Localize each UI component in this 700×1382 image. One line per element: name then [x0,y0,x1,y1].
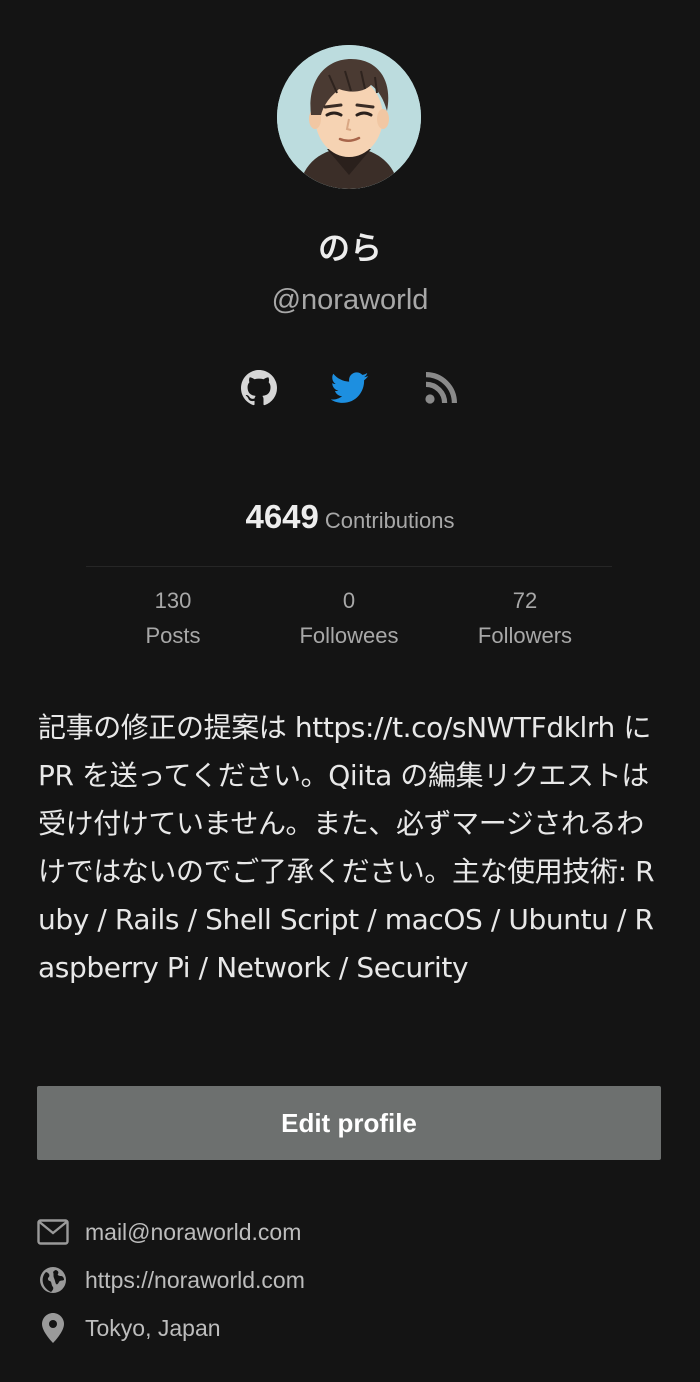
mail-icon [37,1216,69,1248]
stat-followers-value: 72 [512,588,538,613]
location-text: Tokyo, Japan [85,1314,221,1341]
stat-followees-label: Followees [299,623,399,648]
username: @noraworld [271,284,429,316]
stat-posts[interactable]: 130 Posts [85,586,261,651]
contributions-label: Contributions [324,508,455,533]
website-row: https://noraworld.com [37,1262,305,1298]
social-links [0,366,700,410]
stat-posts-label: Posts [145,623,201,648]
email-row: mail@noraworld.com [37,1214,301,1250]
stats-divider [86,566,612,567]
edit-profile-button[interactable]: Edit profile [37,1086,661,1160]
profile-page: のら @noraworld 4649 Contributions 130 Pos… [0,0,700,1382]
contributions: 4649 Contributions [0,498,700,536]
stat-followers-label: Followers [477,623,573,648]
github-icon [241,370,277,406]
stat-posts-value: 130 [154,588,192,613]
github-link[interactable] [237,366,281,410]
avatar[interactable] [277,45,421,189]
stat-followers[interactable]: 72 Followers [437,586,613,651]
avatar-illustration [277,45,421,189]
rss-icon [425,372,457,404]
stat-followees[interactable]: 0 Followees [261,586,437,651]
twitter-link[interactable] [328,366,372,410]
email-link[interactable]: mail@noraworld.com [85,1219,301,1246]
contributions-count: 4649 [245,498,319,535]
stat-followees-value: 0 [342,588,356,613]
globe-icon [37,1264,69,1296]
display-name: のら [317,229,382,267]
location-row: Tokyo, Japan [37,1310,221,1346]
twitter-icon [331,372,369,403]
profile-bio: 記事の修正の提案は https://t.co/sNWTFdklrh に PR を… [38,711,655,984]
map-pin-icon [37,1312,69,1344]
rss-link[interactable] [419,366,463,410]
website-link[interactable]: https://noraworld.com [85,1267,305,1294]
